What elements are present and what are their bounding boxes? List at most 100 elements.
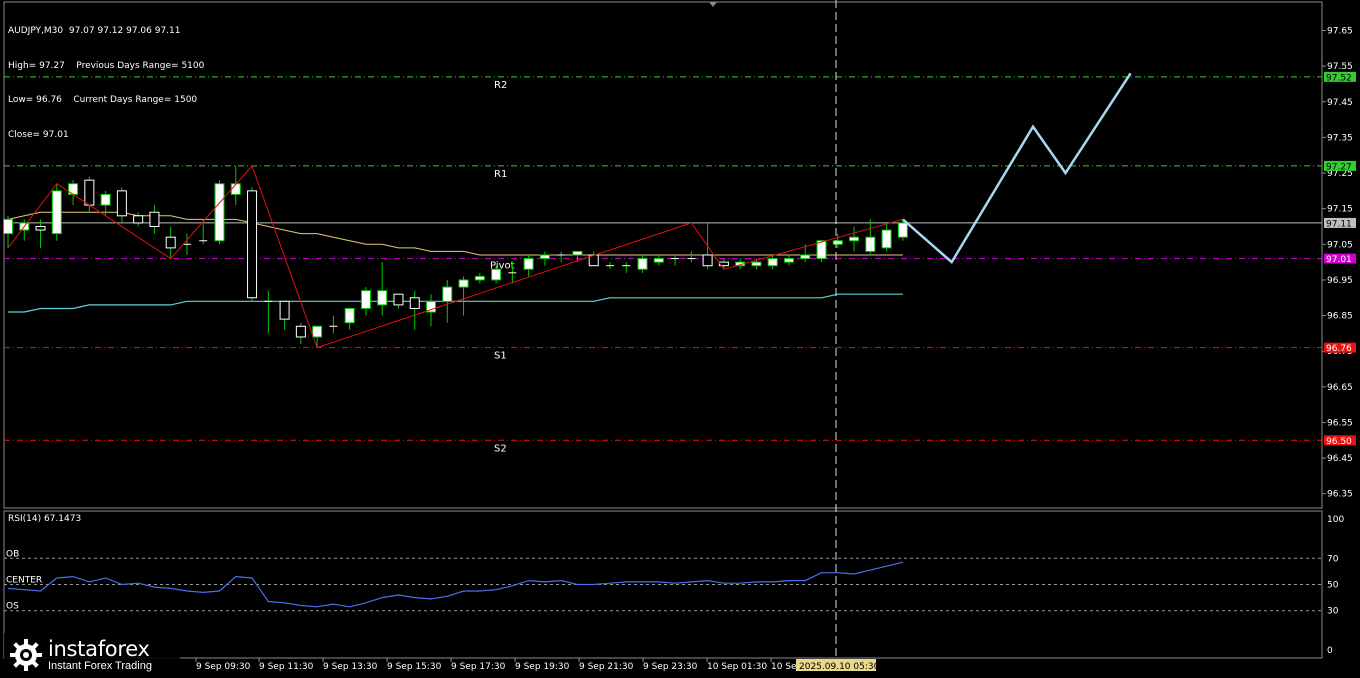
candle (295, 322, 306, 345)
candle (247, 187, 258, 302)
candle-body (312, 325, 323, 338)
candle (393, 293, 404, 309)
candle-body (849, 236, 860, 242)
candle (671, 255, 680, 266)
rsi-title: RSI(14) 67.1473 (8, 514, 82, 524)
candle (637, 255, 648, 273)
chart-info-panel: AUDJPY,M30 97.07 97.12 97.06 97.11 High=… (8, 3, 204, 153)
candle-body (474, 275, 485, 281)
level-name-s2: S2 (494, 443, 507, 454)
gear-logo-icon (10, 639, 42, 671)
candle (881, 222, 892, 252)
slow-moving-average-line (8, 293, 903, 313)
level-name-s1: S1 (494, 351, 507, 362)
price-axis-label: 96.85 (1327, 312, 1353, 322)
candle (360, 287, 371, 316)
candle (133, 212, 144, 227)
rsi-axis-label: 100 (1327, 515, 1344, 525)
candle (165, 226, 176, 259)
candle (329, 315, 338, 334)
candle (849, 226, 860, 252)
candle-body (865, 236, 876, 252)
candle (767, 255, 778, 270)
time-axis-label: 9 Sep 19:30 (515, 662, 570, 672)
candle (718, 258, 729, 270)
price-axis-label: 97.45 (1327, 98, 1353, 108)
rsi-axis-label: 70 (1327, 554, 1339, 564)
candle-body (783, 258, 794, 263)
candle (409, 290, 420, 330)
candle (35, 219, 46, 248)
low-range-line: Low= 96.76 Current Days Range= 1500 (8, 95, 198, 105)
candle-body (539, 254, 550, 260)
candle-body (523, 258, 534, 270)
candle-body (51, 190, 62, 235)
rsi-level-label: OS (6, 602, 19, 612)
candle-body (832, 240, 843, 245)
candle (344, 307, 355, 330)
price-axis-label: 97.55 (1327, 62, 1353, 72)
price-axis-label: 96.95 (1327, 276, 1353, 286)
candle (832, 233, 843, 248)
candle-body (637, 258, 648, 270)
candle-body (767, 258, 778, 267)
price-axis-label: 97.15 (1327, 205, 1353, 215)
candle (442, 279, 453, 323)
candle (557, 251, 566, 263)
candle (588, 251, 599, 267)
candle-body (344, 307, 355, 324)
candle (264, 290, 273, 334)
candle-body (751, 261, 762, 267)
candle-body (3, 218, 13, 235)
candle (653, 255, 664, 266)
rsi-level-label: CENTER (6, 576, 42, 586)
price-axis-label: 96.45 (1327, 454, 1353, 464)
candle-body (295, 325, 306, 338)
rsi-level-label: OB (6, 549, 19, 559)
time-axis-label: 9 Sep 13:30 (323, 662, 378, 672)
price-axis-label: 96.55 (1327, 418, 1353, 428)
candle (783, 255, 794, 266)
candle-body (100, 193, 111, 206)
level-price-label: 96.76 (1326, 344, 1352, 354)
price-axis-label: 97.05 (1327, 240, 1353, 250)
candle (312, 325, 323, 348)
time-axis-label: 9 Sep 11:30 (259, 662, 314, 672)
candle (149, 205, 160, 234)
price-axis-label: 96.65 (1327, 383, 1353, 393)
level-price-label: 97.27 (1326, 162, 1352, 172)
candle (377, 262, 388, 316)
brand-name: instaforex (48, 637, 150, 661)
candle-body (458, 279, 469, 288)
high-range-line: High= 97.27 Previous Days Range= 5100 (8, 60, 205, 71)
candle-body (133, 215, 144, 224)
close-line: Close= 97.01 (8, 129, 69, 140)
current-time-label: 2025.09.10 05:30 (799, 662, 880, 672)
candle (230, 165, 241, 206)
level-price-label: 96.50 (1326, 437, 1352, 447)
candle-body (409, 297, 420, 309)
candle-body (653, 258, 664, 263)
candle-body (800, 254, 811, 260)
rsi-axis-label: 30 (1327, 607, 1339, 617)
candle-body (116, 190, 127, 217)
current-price-label: 97.11 (1326, 219, 1352, 229)
rsi-panel-frame (3, 510, 1323, 659)
candles-group (3, 165, 908, 348)
time-axis-label: 10 Sep 01:30 (707, 662, 767, 672)
level-price-label: 97.52 (1326, 73, 1352, 83)
forecast-path-line (902, 72, 1132, 265)
level-name-r1: R1 (494, 169, 507, 180)
time-axis-label: 9 Sep 15:30 (387, 662, 442, 672)
candle (474, 272, 485, 284)
time-axis-label: 9 Sep 21:30 (579, 662, 634, 672)
price-axis-label: 96.35 (1327, 490, 1353, 500)
candle-body (442, 286, 453, 302)
level-price-label: 97.01 (1326, 255, 1352, 265)
candle (605, 262, 614, 270)
symbol-ohlc-line: AUDJPY,M30 97.07 97.12 97.06 97.11 (8, 26, 181, 36)
brand-logo: instaforex Instant Forex Trading (4, 633, 180, 677)
time-axis-label: 9 Sep 09:30 (196, 662, 251, 672)
candle (622, 262, 631, 273)
candle-body (377, 290, 388, 306)
